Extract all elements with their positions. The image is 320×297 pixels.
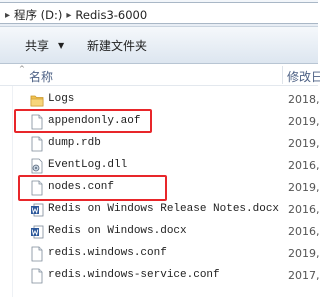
file-name: Redis on Windows.docx — [48, 225, 187, 237]
breadcrumb-drive[interactable]: 程序 (D:) — [13, 7, 63, 23]
navigation-pane[interactable] — [0, 86, 13, 297]
file-date: 2018, — [288, 93, 320, 106]
file-name: dump.rdb — [48, 137, 101, 149]
address-field[interactable]: ▸ 程序 (D:) ▸ Redis3-6000 — [0, 2, 318, 24]
share-label: 共享 — [25, 39, 50, 53]
column-header-name[interactable]: 名称 — [29, 68, 53, 85]
column-header-date-modified[interactable]: 修改日 — [287, 68, 320, 85]
list-item[interactable]: redis.windows-service.conf 2017, — [13, 265, 320, 287]
address-bar[interactable]: ▸ 程序 (D:) ▸ Redis3-6000 — [0, 0, 318, 27]
list-item[interactable]: Redis on Windows.docx 2016, — [13, 221, 320, 243]
list-item[interactable]: EventLog.dll 2016, — [13, 155, 320, 177]
file-icon — [31, 246, 43, 262]
file-date: 2016, — [288, 159, 320, 172]
file-name: Redis on Windows Release Notes.docx — [48, 203, 280, 215]
chevron-right-icon[interactable]: ▸ — [2, 10, 13, 21]
dll-icon — [31, 158, 43, 174]
folder-icon — [30, 95, 44, 107]
file-date: 2019, — [288, 247, 320, 260]
word-icon — [31, 225, 44, 239]
highlight-box-appendonly — [14, 109, 152, 133]
command-bar: 共享 ▼ 新建文件夹 — [0, 27, 318, 64]
file-date: 2019, — [288, 137, 320, 150]
file-name: redis.windows.conf — [48, 247, 167, 259]
new-folder-label: 新建文件夹 — [87, 39, 148, 53]
list-item[interactable]: dump.rdb 2019, — [13, 133, 320, 155]
file-name: Logs — [48, 93, 75, 105]
chevron-right-icon[interactable]: ▸ — [63, 10, 74, 21]
file-date: 2016, — [288, 225, 320, 238]
list-item[interactable]: redis.windows.conf 2019, — [13, 243, 320, 265]
file-name: redis.windows-service.conf — [48, 269, 220, 281]
file-date: 2016, — [288, 203, 320, 216]
list-item[interactable]: Logs 2018, — [13, 89, 320, 111]
file-icon — [31, 268, 43, 284]
file-date: 2017, — [288, 269, 320, 282]
chevron-down-icon: ▼ — [58, 41, 65, 50]
word-icon — [31, 203, 44, 217]
column-header: ^ 名称 修改日 — [0, 64, 320, 86]
file-date: 2019, — [288, 181, 320, 194]
file-icon — [31, 136, 43, 152]
highlight-box-nodes-conf — [18, 175, 167, 201]
column-divider[interactable] — [282, 66, 283, 84]
share-button[interactable]: 共享 ▼ — [25, 37, 64, 54]
breadcrumb: ▸ 程序 (D:) ▸ Redis3-6000 — [2, 7, 148, 23]
file-date: 2019, — [288, 115, 320, 128]
new-folder-button[interactable]: 新建文件夹 — [87, 37, 147, 54]
sort-ascending-icon: ^ — [19, 65, 25, 73]
breadcrumb-folder[interactable]: Redis3-6000 — [74, 8, 148, 22]
file-name: EventLog.dll — [48, 159, 128, 171]
list-item[interactable]: Redis on Windows Release Notes.docx 2016… — [13, 199, 320, 221]
